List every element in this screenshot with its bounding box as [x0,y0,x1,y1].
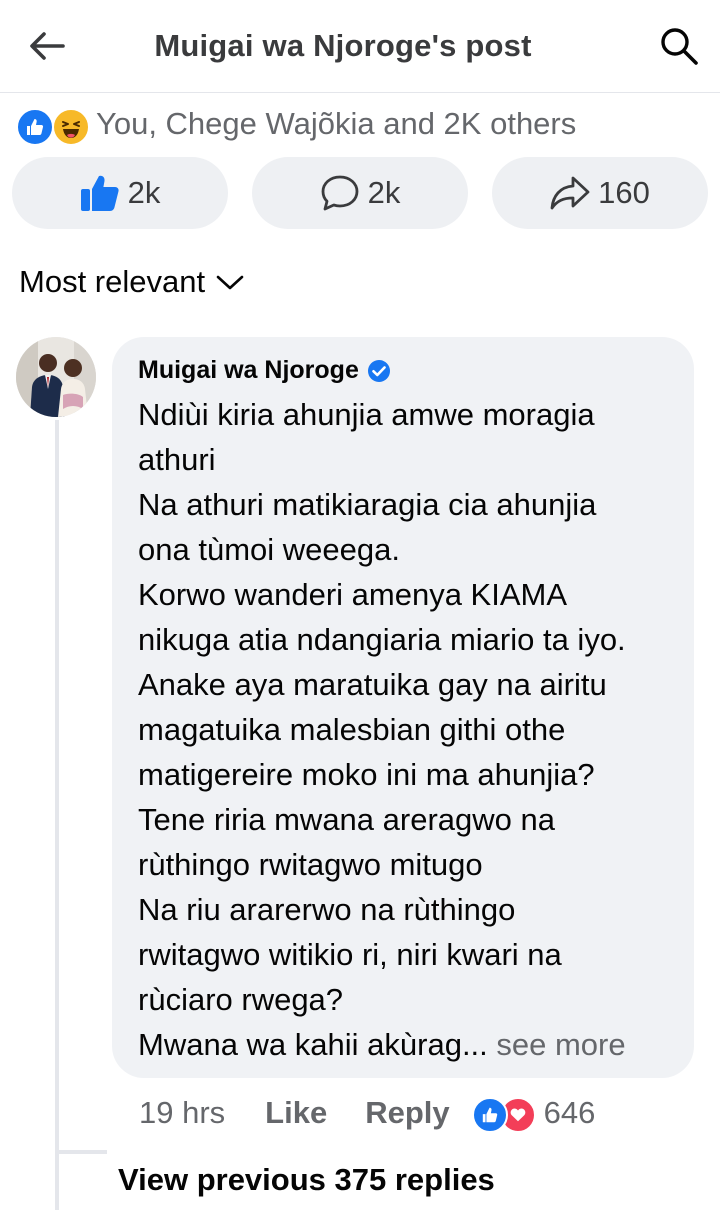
reactions-summary-text: You, Chege Wajõkia and 2K others [96,106,577,141]
share-button[interactable]: 160 [492,157,708,229]
view-previous-replies-link[interactable]: View previous 375 replies [118,1162,495,1198]
comment-line: magatuika malesbian githi othe [138,712,566,747]
comment-reply-button[interactable]: Reply [365,1095,449,1131]
comment-line: ona tùmoi weeega. [138,532,400,567]
comment-sort-dropdown[interactable]: Most relevant [19,262,245,302]
comment-timestamp[interactable]: 19 hrs [139,1095,225,1131]
author-name: Muigai wa Njoroge [138,356,359,384]
comment-line: nikuga atia ndangiaria miario ta iyo. [138,622,626,657]
comment-reactions[interactable] [471,1095,536,1133]
thread-line [55,420,59,1210]
like-count: 2k [127,175,161,210]
comment-line: Ndiùi kiria ahunjia amwe moragia [138,397,595,432]
top-bar: Muigai wa Njoroge's post [0,0,720,93]
comment-line: rwitagwo witikio ri, niri kwari na [138,937,562,972]
reactions-summary[interactable]: You, Chege Wajõkia and 2K others [16,102,576,146]
share-count: 160 [598,175,650,210]
thread-connector [55,1150,107,1154]
like-reaction-icon [16,108,54,146]
like-button[interactable]: 2k [12,157,228,229]
haha-reaction-icon [52,108,90,146]
comment-line: Anake aya maratuika gay na airitu [138,667,607,702]
comment-line: Na riu ararerwo na rùthingo [138,892,516,927]
see-more-link[interactable]: see more [488,1027,625,1062]
like-reaction-icon [471,1097,508,1133]
reaction-icons [16,104,96,146]
comment-line: athuri [138,442,216,477]
comment-line: Korwo wanderi amenya KIAMA [138,577,568,612]
comment-button[interactable]: 2k [252,157,468,229]
avatar[interactable] [16,337,96,417]
comment-line: rùciaro rwega? [138,982,344,1017]
comment-actions: 19 hrs Like Reply 646 [139,1091,595,1135]
comment-count: 2k [367,175,401,210]
verified-badge-icon [367,359,391,383]
comment-icon [321,175,359,211]
comment-line: Tene riria mwana areragwo na [138,802,555,837]
comment-text: Ndiùi kiria ahunjia amwe moragia athuri … [138,392,683,1067]
comment-author[interactable]: Muigai wa Njoroge [138,356,391,385]
comment-reaction-count: 646 [543,1095,596,1130]
comment-truncated-text: Mwana wa kahii akùrag... [138,1027,488,1062]
chevron-down-icon [216,275,244,290]
comment-line: matigereire moko ini ma ahunjia? [138,757,595,792]
comment-like-button[interactable]: Like [265,1095,327,1131]
comment-last-line: Mwana wa kahii akùrag... see more [138,1022,683,1067]
comment-bubble: Muigai wa Njoroge Ndiùi kiria ahunjia am… [112,337,694,1078]
page-title: Muigai wa Njoroge's post [154,28,532,63]
comment-line: rùthingo rwitagwo mitugo [138,847,483,882]
search-icon [661,28,698,65]
thumbs-up-icon [80,175,119,211]
comment-line: Na athuri matikiaragia cia ahunjia [138,487,597,522]
search-button[interactable] [654,22,704,70]
sort-label: Most relevant [19,264,206,299]
share-icon [550,176,590,210]
